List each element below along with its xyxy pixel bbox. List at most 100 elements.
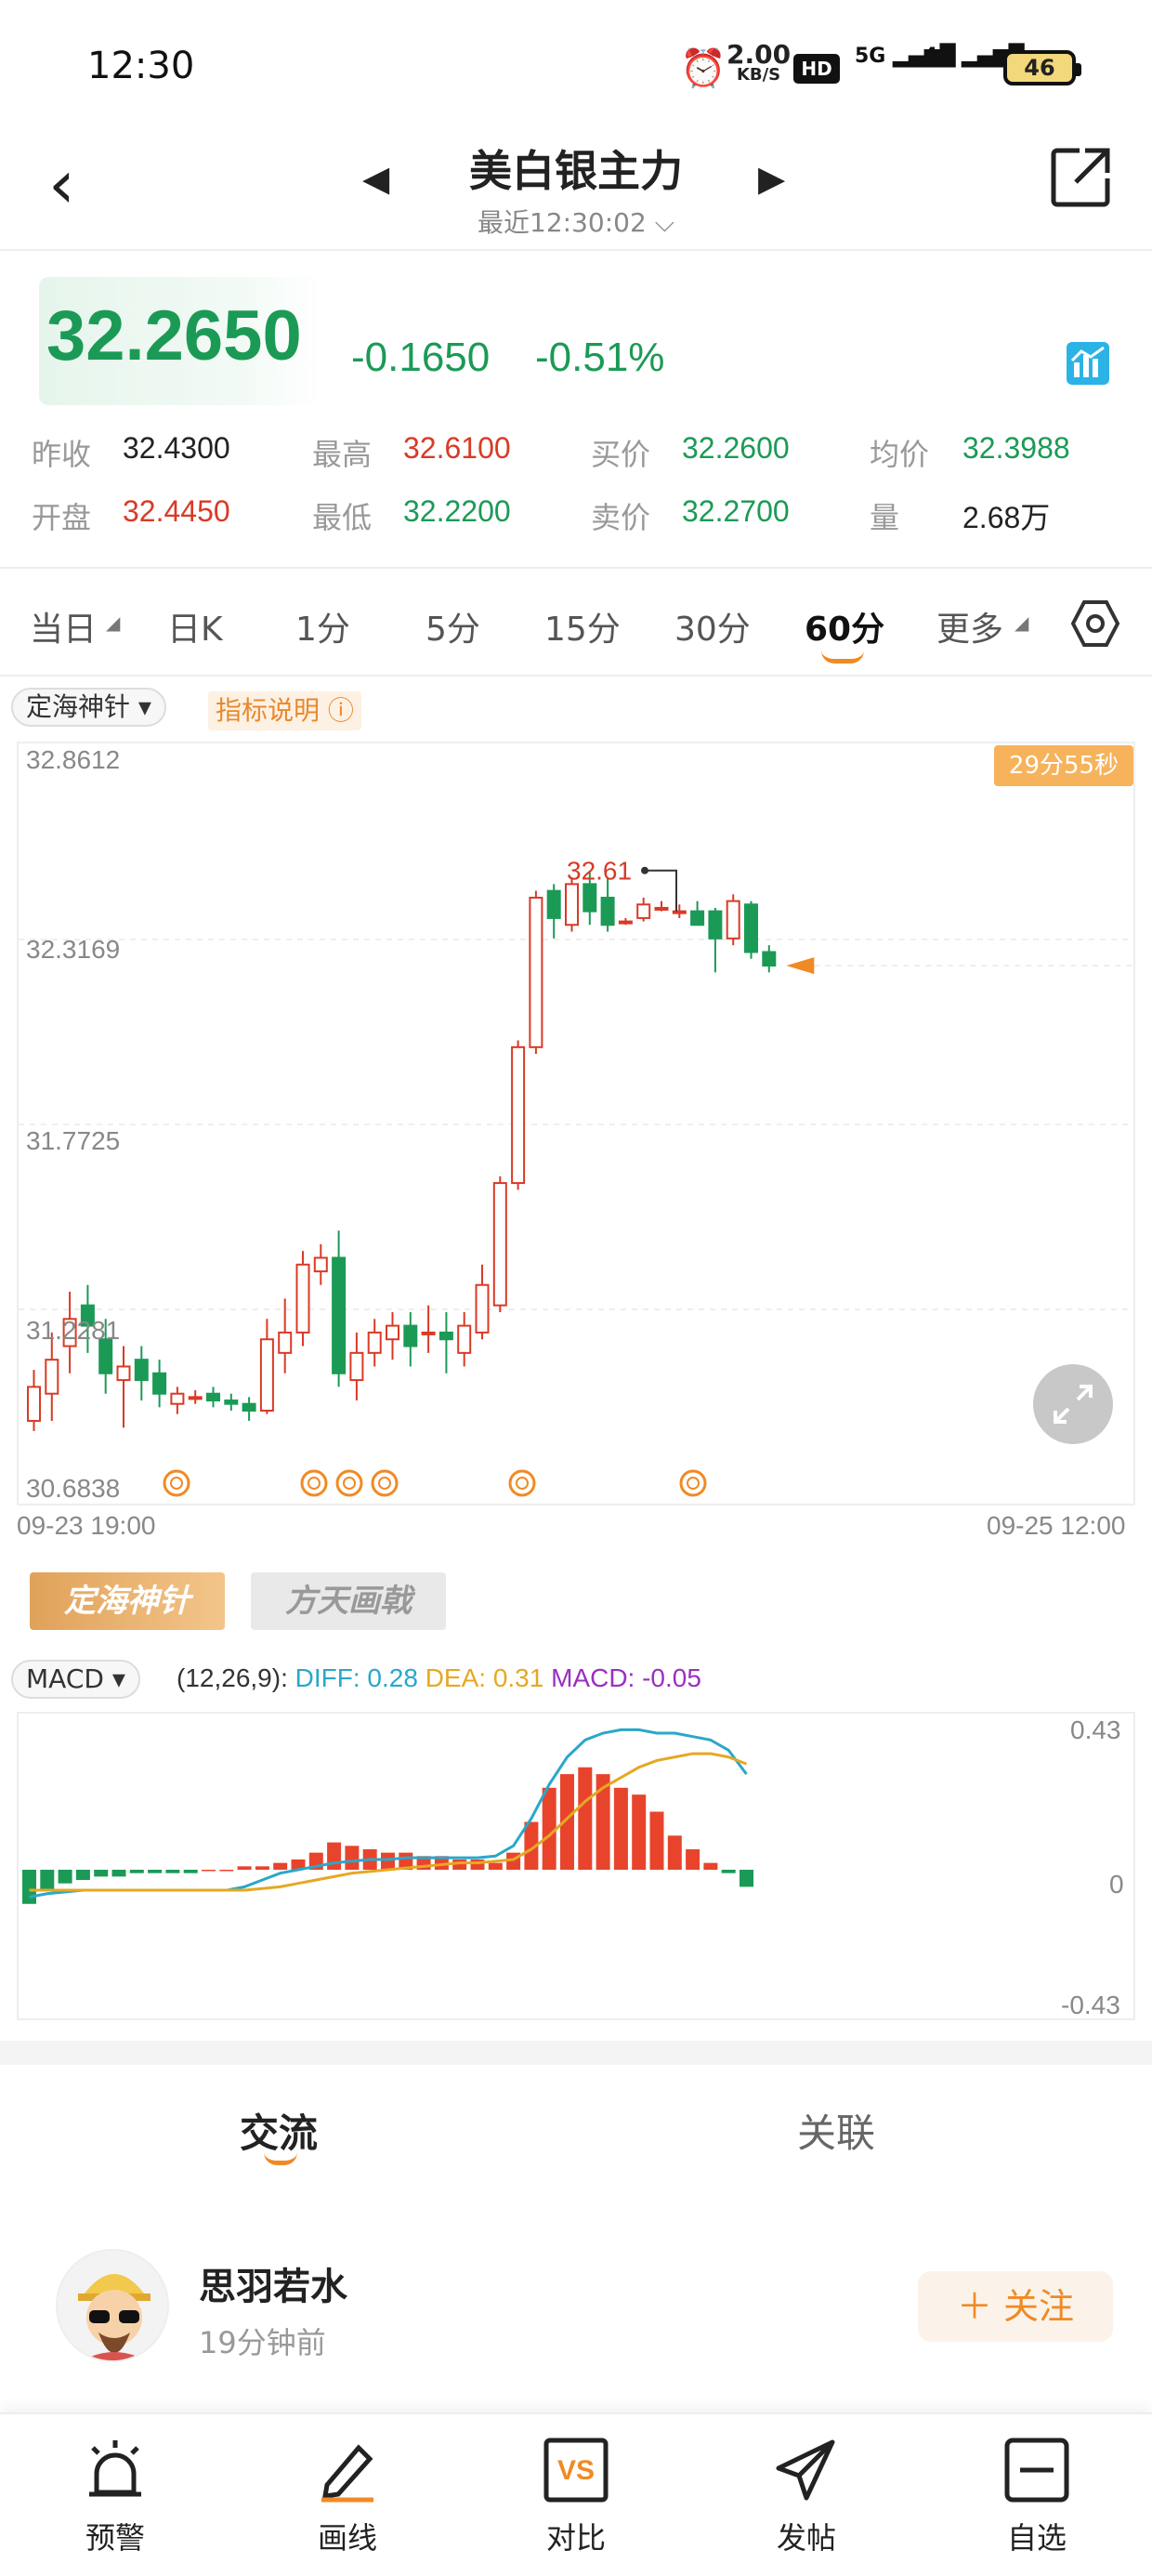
- send-icon: [776, 2439, 835, 2501]
- period-tab[interactable]: 5分: [425, 602, 480, 651]
- tab-related[interactable]: 关联: [797, 2102, 875, 2159]
- candle-body: [529, 896, 543, 1048]
- macd-chart[interactable]: [17, 1712, 1135, 2020]
- macd-bar: [111, 1870, 126, 1877]
- quote-value: 32.3988: [962, 431, 1070, 465]
- candle-body: [618, 920, 633, 925]
- macd-bar: [129, 1870, 144, 1873]
- macd-bar: [345, 1846, 360, 1870]
- period-tab[interactable]: 1分: [295, 602, 350, 651]
- nav-label: 对比: [545, 2520, 606, 2556]
- signal-marker-icon: [170, 1477, 183, 1490]
- candle-body: [600, 896, 615, 927]
- next-contract-icon[interactable]: ▶: [758, 158, 785, 199]
- period-tab[interactable]: 30分: [674, 602, 751, 651]
- nav-post[interactable]: 发帖: [741, 2435, 871, 2557]
- signal-button-dinghai[interactable]: 定海神针: [30, 1572, 225, 1630]
- period-tab[interactable]: 15分: [544, 602, 621, 651]
- signal-5g-label: 5G: [855, 45, 886, 68]
- period-tab[interactable]: 日K: [167, 602, 223, 651]
- post-username[interactable]: 思羽若水: [199, 2256, 347, 2310]
- dropdown-icon: ◢: [106, 611, 121, 634]
- page-title: 美白银主力: [469, 146, 683, 196]
- nav-draw[interactable]: 画线: [282, 2435, 412, 2557]
- period-tab[interactable]: 更多: [936, 602, 1003, 651]
- header: ‹ ◀ 美白银主力 ▶ 最近12:30:02 ⌵: [0, 130, 1152, 251]
- macd-params: (12,26,9):: [177, 1663, 288, 1692]
- bar-countdown: 29分55秒: [994, 745, 1133, 786]
- macd-bar: [165, 1870, 180, 1873]
- macd-bar: [94, 1870, 109, 1877]
- nav-label: 发帖: [776, 2520, 836, 2556]
- settings-icon[interactable]: [1070, 598, 1120, 649]
- candle-body: [583, 883, 597, 913]
- kline-chart[interactable]: 32.61: [17, 742, 1135, 1505]
- nav-watchlist[interactable]: 自选: [972, 2435, 1102, 2557]
- period-tab[interactable]: 60分: [805, 602, 884, 651]
- indicator-selector-label: 定海神针: [26, 691, 131, 722]
- signal-marker-icon: [308, 1477, 321, 1490]
- y-axis-label: 31.7725: [26, 1126, 121, 1155]
- expand-icon[interactable]: [1033, 1364, 1113, 1444]
- chart-analysis-icon[interactable]: [1067, 342, 1109, 385]
- nav-compare[interactable]: VS 对比: [511, 2435, 641, 2557]
- candle-body: [654, 906, 669, 911]
- avatar[interactable]: [56, 2249, 169, 2362]
- macd-selector[interactable]: MACD ▾: [11, 1660, 140, 1699]
- candle-body: [170, 1392, 185, 1405]
- macd-bar: [22, 1870, 36, 1904]
- dropdown-icon: ▾: [137, 691, 151, 722]
- update-time-selector[interactable]: 最近12:30:02 ⌵: [372, 203, 780, 240]
- divider: [0, 567, 1152, 569]
- signal-marker-icon: [516, 1477, 529, 1490]
- macd-bar: [327, 1842, 342, 1870]
- quote-label: 量: [870, 500, 900, 535]
- divider: [0, 675, 1152, 677]
- macd-bar: [381, 1852, 395, 1870]
- share-icon[interactable]: [1048, 145, 1113, 210]
- macd-bar: [488, 1862, 503, 1870]
- macd-svg: [22, 1728, 753, 1904]
- signal-marker-icon: [378, 1477, 391, 1490]
- y-axis-label: 30.6838: [26, 1474, 121, 1503]
- candle-body: [762, 951, 777, 967]
- macd-bar: [255, 1866, 269, 1870]
- candle-body: [475, 1283, 490, 1334]
- candle-body: [421, 1331, 436, 1335]
- candle-body: [134, 1359, 149, 1382]
- nav-label: 自选: [1006, 2520, 1067, 2556]
- nav-alert[interactable]: 预警: [50, 2435, 180, 2557]
- price-change: -0.1650: [351, 335, 491, 380]
- follow-button[interactable]: ＋ 关注: [918, 2271, 1113, 2342]
- candle-body: [511, 1045, 526, 1185]
- macd-bar: [613, 1787, 628, 1870]
- indicator-selector[interactable]: 定海神针 ▾: [11, 688, 166, 727]
- quote-label: 最高: [312, 437, 373, 472]
- back-icon[interactable]: ‹: [48, 151, 75, 217]
- signal-marker-icon: [371, 1469, 399, 1497]
- quote-label: 开盘: [32, 500, 92, 535]
- macd-dea: DEA: 0.31: [425, 1663, 544, 1692]
- bottom-nav: 预警 画线 VS 对比 发帖 自选: [0, 2412, 1152, 2576]
- candle-body: [565, 883, 579, 927]
- macd-bar: [632, 1794, 647, 1870]
- dropdown-icon: ▾: [111, 1663, 125, 1694]
- macd-bar: [219, 1870, 234, 1872]
- indicator-help-link[interactable]: 指标说明 ⓘ: [208, 691, 361, 730]
- x-axis-label: 09-23 19:00: [17, 1511, 156, 1540]
- candle-body: [367, 1331, 382, 1354]
- signal-marker-icon: [163, 1469, 190, 1497]
- tab-discussion[interactable]: 交流: [240, 2102, 318, 2159]
- alarm-icon: [89, 2440, 141, 2497]
- candle-body: [349, 1351, 364, 1382]
- macd-selector-label: MACD: [26, 1663, 104, 1694]
- signal-button-fangtian[interactable]: 方天画戟: [251, 1572, 446, 1630]
- macd-bar: [183, 1870, 198, 1873]
- quote-label: 均价: [870, 437, 930, 472]
- macd-bar: [649, 1811, 664, 1870]
- macd-bar: [148, 1870, 163, 1873]
- candle-body: [332, 1256, 347, 1374]
- period-tab[interactable]: 当日: [30, 602, 97, 651]
- candle-body: [224, 1400, 239, 1405]
- candle-body: [116, 1365, 131, 1382]
